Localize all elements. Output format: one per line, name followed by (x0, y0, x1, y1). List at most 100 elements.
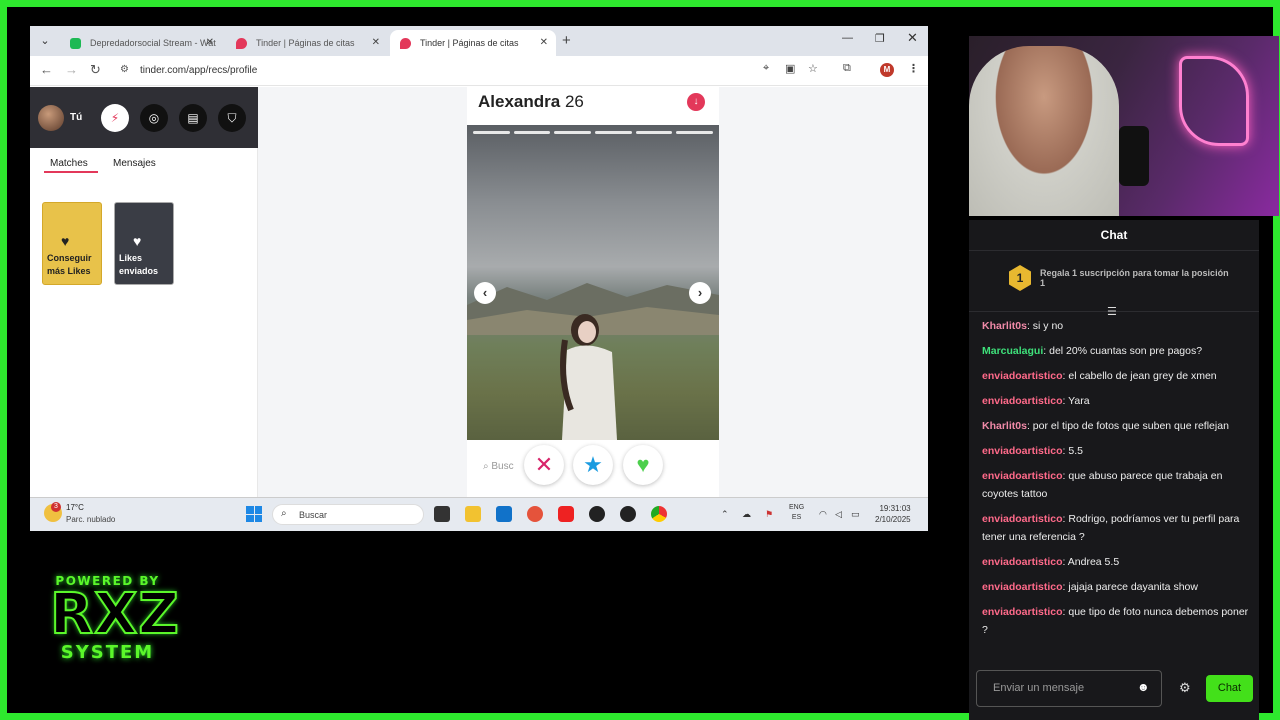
chat-input-placeholder: Enviar un mensaje (993, 682, 1085, 694)
gear-icon[interactable]: ⚙ (1179, 680, 1191, 696)
taskbar-search[interactable]: ⌕ Buscar (272, 504, 424, 525)
chrome-icon[interactable] (651, 506, 667, 522)
chat-username[interactable]: enviadoartistico (982, 470, 1063, 482)
menu-kebab-icon[interactable]: ⋮ (908, 62, 919, 75)
collapse-profile-button[interactable]: ↓ (687, 93, 705, 111)
windows-start-icon[interactable] (246, 506, 262, 522)
obs-icon[interactable] (620, 506, 636, 522)
tab-matches[interactable]: Matches (50, 158, 88, 169)
chat-username[interactable]: Marcualagui (982, 345, 1043, 357)
brand-sub-label: SYSTEM (60, 642, 155, 663)
chat-username[interactable]: enviadoartistico (982, 556, 1063, 568)
close-icon[interactable]: ✕ (206, 30, 214, 56)
chat-text: : 5.5 (1062, 445, 1083, 457)
next-photo-button[interactable]: › (689, 282, 711, 304)
portfolio-briefcase-icon[interactable]: ▤ (179, 104, 207, 132)
url-text: tinder.com/app/recs/profile (140, 65, 258, 76)
language-indicator[interactable]: ENG ES (789, 503, 804, 523)
chat-username[interactable]: enviadoartistico (982, 513, 1063, 525)
clock[interactable]: 19:31:03 2/10/2025 (875, 503, 911, 525)
tinder-flame-icon (400, 38, 411, 49)
battery-icon[interactable]: ▭ (851, 509, 860, 520)
cloud-icon[interactable]: ☁ (742, 509, 751, 520)
promo-text[interactable]: Regala 1 suscripción para tomar la posic… (1040, 268, 1230, 288)
restore-button[interactable]: ❐ (875, 32, 885, 45)
chat-username[interactable]: enviadoartistico (982, 581, 1063, 593)
likes-sent-card[interactable]: ♥ Likes enviados (114, 202, 174, 285)
tab-search-chevron-icon[interactable]: ⌄ (36, 32, 54, 50)
address-bar[interactable]: ⚙ tinder.com/app/recs/profile (116, 60, 836, 82)
close-icon[interactable]: ✕ (540, 30, 548, 56)
file-explorer-icon[interactable] (465, 506, 481, 522)
active-tab-indicator (44, 171, 98, 173)
profile-first-name: Alexandra (478, 92, 561, 111)
task-view-icon[interactable] (434, 506, 450, 522)
chat-username[interactable]: Kharlit0s (982, 420, 1027, 432)
chat-input[interactable]: Enviar un mensaje ☻ (976, 670, 1162, 707)
main-content: Alexandra 26 ↓ ‹ › ⌕ Busc ✕ ★ ♥ (258, 87, 928, 497)
extensions-puzzle-icon[interactable]: ⧉ (843, 62, 851, 75)
tab-bar: ⌄ Depredadorsocial Stream - Wat ✕ Tinder… (30, 26, 928, 56)
tab-tinder-2[interactable]: Tinder | Páginas de citas ✕ (390, 30, 556, 56)
boost-bolt-icon[interactable]: ⚡ (101, 104, 129, 132)
chat-username[interactable]: enviadoartistico (982, 445, 1063, 457)
profile-name: Alexandra 26 (478, 92, 584, 112)
chat-username[interactable]: enviadoartistico (982, 606, 1063, 618)
location-icon[interactable]: ⌖ (763, 62, 769, 75)
explore-compass-icon[interactable]: ◎ (140, 104, 168, 132)
super-like-button[interactable]: ★ (573, 445, 613, 485)
search-mini[interactable]: ⌕ Busc (483, 461, 514, 472)
back-arrow-icon[interactable]: ← (40, 62, 53, 77)
brand-label: RXZ (49, 582, 180, 647)
volume-icon[interactable]: ◁ (835, 509, 842, 520)
chat-username[interactable]: enviadoartistico (982, 370, 1063, 382)
wifi-icon[interactable]: ◠ (819, 509, 827, 520)
chat-message: Kharlit0s: si y no (982, 317, 1252, 335)
reload-icon[interactable]: ↻ (90, 62, 101, 78)
chat-message: enviadoartistico: jajaja parece dayanita… (982, 578, 1252, 596)
browser-toolbar: ← → ↻ ⚙ tinder.com/app/recs/profile ⌖ ▣ … (30, 56, 928, 86)
tinder-flame-icon (236, 38, 247, 49)
close-window-button[interactable]: ✕ (907, 30, 918, 46)
clock-date: 2/10/2025 (875, 515, 911, 524)
profile-photo[interactable]: ‹ › (467, 125, 719, 440)
like-button[interactable]: ♥ (623, 445, 663, 485)
profile-avatar[interactable]: M (880, 63, 894, 77)
tab-stream[interactable]: Depredadorsocial Stream - Wat ✕ (60, 30, 222, 56)
tray-chevron-icon[interactable]: ⌃ (721, 509, 729, 520)
youtube-icon[interactable] (558, 506, 574, 522)
avatar[interactable] (38, 105, 64, 131)
minimize-button[interactable]: — (842, 32, 853, 44)
tab-label: Depredadorsocial Stream - Wat (90, 38, 216, 48)
prev-photo-button[interactable]: ‹ (474, 282, 496, 304)
get-more-likes-card[interactable]: ♥ Conseguir más Likes (42, 202, 102, 285)
send-chat-button[interactable]: Chat (1206, 675, 1253, 702)
chat-username[interactable]: enviadoartistico (982, 395, 1063, 407)
firefox-icon[interactable] (527, 506, 543, 522)
card-label: Conseguir más Likes (47, 253, 92, 276)
chat-text: : si y no (1026, 320, 1064, 332)
microphone-shape (1119, 126, 1149, 186)
install-app-icon[interactable]: ▣ (785, 62, 795, 75)
tab-tinder-1[interactable]: Tinder | Páginas de citas ✕ (226, 30, 388, 56)
forward-arrow-icon[interactable]: → (65, 62, 78, 77)
you-label[interactable]: Tú (70, 112, 82, 123)
emoji-icon[interactable]: ☻ (1137, 680, 1150, 694)
safety-shield-icon[interactable]: ⛉ (218, 104, 246, 132)
outlook-icon[interactable] (496, 506, 512, 522)
close-icon[interactable]: ✕ (372, 30, 380, 56)
new-tab-button[interactable]: + (562, 32, 571, 50)
bookmark-star-icon[interactable]: ☆ (808, 62, 818, 75)
antivirus-icon[interactable]: ⚑ (765, 509, 773, 520)
tab-label: Tinder | Páginas de citas (256, 38, 355, 48)
chat-username[interactable]: Kharlit0s (982, 320, 1027, 332)
site-info-icon[interactable]: ⚙ (120, 64, 129, 75)
clock-time: 19:31:03 (879, 504, 911, 513)
app-icon[interactable] (589, 506, 605, 522)
nope-button[interactable]: ✕ (524, 445, 564, 485)
divider (969, 250, 1259, 251)
tab-messages[interactable]: Mensajes (113, 158, 156, 169)
chat-message: Kharlit0s: por el tipo de fotos que sube… (982, 417, 1252, 435)
weather-temp[interactable]: 17°C (66, 503, 84, 512)
weather-desc[interactable]: Parc. nublado (66, 515, 115, 524)
